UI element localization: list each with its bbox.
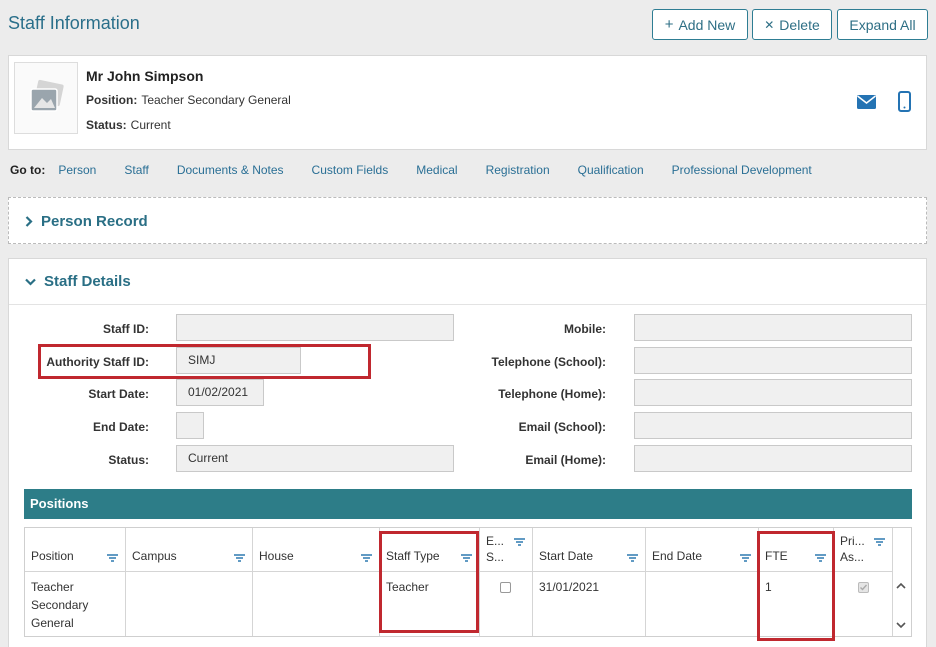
telephone-school-field[interactable] (634, 347, 912, 374)
end-date-label: End Date: (92, 420, 149, 434)
cell-position[interactable]: Teacher Secondary General (31, 578, 121, 632)
page-title: Staff Information (8, 13, 140, 33)
col-header-end-date[interactable]: End Date (646, 528, 758, 572)
person-record-section: Person Record (8, 197, 927, 244)
col-campus: Campus (126, 528, 253, 636)
col-primary-assignment: Pri... As... (834, 528, 893, 636)
delete-button[interactable]: ✕ Delete (752, 9, 832, 40)
person-position: Position: Teacher Secondary General (86, 93, 291, 107)
cell-start-date[interactable]: 31/01/2021 (539, 578, 641, 596)
col-position: Position Teacher Secondary General (25, 528, 126, 636)
add-new-button[interactable]: + Add New (652, 9, 748, 40)
col-end-date: End Date (646, 528, 759, 636)
goto-qualification-link[interactable]: Qualification (578, 163, 644, 177)
staff-id-field[interactable] (176, 314, 454, 341)
staff-id-label: Staff ID: (103, 322, 149, 336)
telephone-home-field[interactable] (634, 379, 912, 406)
person-card: Mr John Simpson Position: Teacher Seconda… (8, 55, 927, 150)
goto-nav: Go to: Person Staff Documents & Notes Cu… (10, 163, 840, 177)
goto-label: Go to: (10, 163, 46, 177)
start-date-field[interactable]: 01/02/2021 (176, 379, 264, 406)
mobile-label: Mobile: (564, 322, 606, 336)
filter-icon (107, 554, 118, 562)
goto-registration-link[interactable]: Registration (486, 163, 550, 177)
col-start-date: Start Date 31/01/2021 (533, 528, 646, 636)
email-school-field[interactable] (634, 412, 912, 439)
avatar (14, 62, 78, 134)
col-house: House (253, 528, 380, 636)
scroll-up-icon[interactable] (896, 578, 906, 592)
goto-documents-link[interactable]: Documents & Notes (177, 163, 284, 177)
person-record-header[interactable]: Person Record (9, 198, 926, 244)
status-field[interactable]: Current (176, 445, 454, 472)
close-icon: ✕ (764, 17, 775, 32)
highlight-authority-staff-id (38, 344, 371, 379)
col-header-start-date[interactable]: Start Date (533, 528, 645, 572)
mobile-field[interactable] (634, 314, 912, 341)
checkbox-primary-assignment[interactable] (858, 582, 869, 593)
end-date-field[interactable] (176, 412, 204, 439)
col-header-position[interactable]: Position (25, 528, 125, 572)
goto-custom-fields-link[interactable]: Custom Fields (312, 163, 389, 177)
scroll-down-icon[interactable] (896, 618, 906, 632)
filter-icon (234, 554, 245, 562)
email-home-field[interactable] (634, 445, 912, 472)
highlight-staff-type-column (379, 531, 479, 633)
col-e-s: E... S... (480, 528, 533, 636)
goto-professional-development-link[interactable]: Professional Development (672, 163, 812, 177)
goto-medical-link[interactable]: Medical (416, 163, 457, 177)
staff-details-header[interactable]: Staff Details (9, 259, 926, 305)
highlight-fte-column (757, 531, 835, 641)
filter-icon (627, 554, 638, 562)
filter-icon (740, 554, 751, 562)
status-label: Status: (108, 453, 149, 467)
filter-icon (874, 538, 885, 546)
col-header-house[interactable]: House (253, 528, 379, 572)
email-icon[interactable] (857, 95, 876, 112)
start-date-label: Start Date: (88, 387, 149, 401)
person-status: Status: Current (86, 118, 171, 132)
col-header-primary-assignment[interactable]: Pri... As... (834, 528, 892, 572)
goto-person-link[interactable]: Person (58, 163, 96, 177)
photo-placeholder-icon (30, 79, 64, 112)
positions-header-bar: Positions (24, 489, 912, 519)
telephone-school-label: Telephone (School): (491, 355, 606, 369)
staff-details-section: Staff Details Staff ID: Authority Staff … (8, 258, 927, 647)
checkmark-icon (860, 584, 868, 591)
mobile-phone-icon[interactable] (898, 91, 911, 115)
filter-icon (361, 554, 372, 562)
email-home-label: Email (Home): (525, 453, 606, 467)
telephone-home-label: Telephone (Home): (498, 387, 606, 401)
plus-icon: + (664, 16, 674, 33)
email-school-label: Email (School): (518, 420, 606, 434)
col-header-campus[interactable]: Campus (126, 528, 252, 572)
person-name: Mr John Simpson (86, 68, 204, 84)
chevron-down-icon (25, 278, 36, 286)
expand-all-button[interactable]: Expand All (837, 9, 928, 40)
chevron-right-icon (25, 215, 33, 227)
col-header-e-s[interactable]: E... S... (480, 528, 532, 572)
goto-staff-link[interactable]: Staff (124, 163, 148, 177)
filter-icon (514, 538, 525, 546)
checkbox-e-s[interactable] (500, 582, 511, 593)
